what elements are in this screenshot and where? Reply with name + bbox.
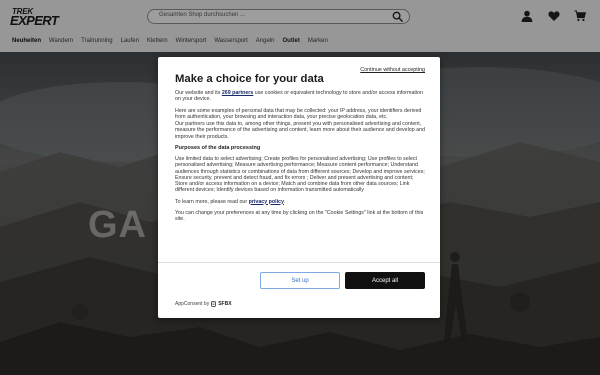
appconsent-footer: AppConsent by SFBX [175,301,232,307]
consent-partners-use: Our partners use this data to, among oth… [175,121,425,140]
consent-title: Make a choice for your data [175,73,324,85]
change-preferences-note: You can change your preferences at any t… [175,209,424,223]
purposes-list: Use limited data to select advertising; … [175,156,425,194]
intro-text-pre: Our website and its [175,90,222,96]
consent-intro: Our website and its 269 partners use coo… [175,90,425,102]
footer-brand: SFBX [218,301,232,307]
learn-more-pre: To learn more, please read our [175,198,249,205]
accept-all-button[interactable]: Accept all [345,272,425,289]
cookie-consent-dialog: Continue without accepting Make a choice… [158,57,440,318]
learn-more-post: . [283,198,286,205]
purposes-heading: Purposes of the data processing [175,144,261,151]
learn-more: To learn more, please read our privacy p… [175,199,425,205]
privacy-policy-link[interactable]: privacy policy [249,199,284,205]
footer-text: AppConsent by [175,301,210,307]
setup-button[interactable]: Set up [260,272,340,289]
dialog-divider [158,262,440,263]
partners-link[interactable]: 269 partners [222,90,254,96]
consent-examples: Here are some examples of personal data … [175,107,422,120]
continue-without-accepting-link[interactable]: Continue without accepting [360,67,425,73]
sfbx-logo-icon [211,301,217,307]
